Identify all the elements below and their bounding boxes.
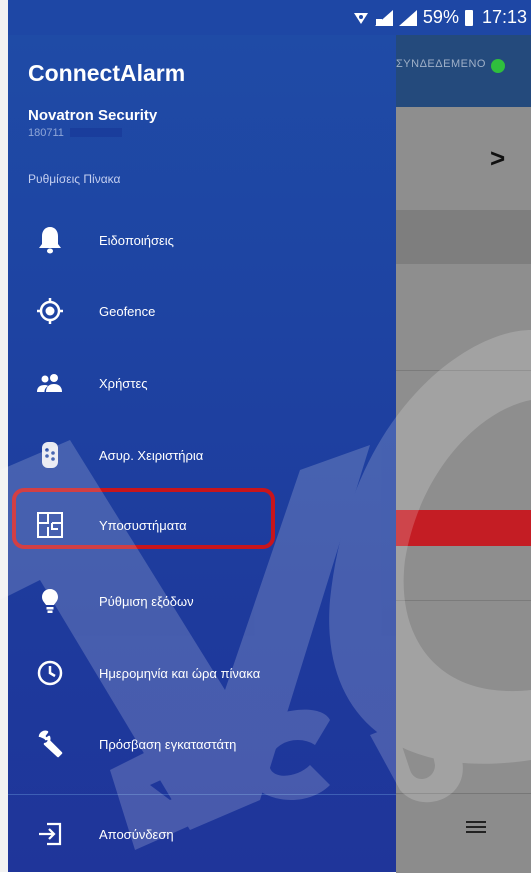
menu-item-outputs[interactable]: Ρύθμιση εξόδων (8, 576, 396, 626)
serial-redaction (70, 128, 122, 137)
connection-indicator (491, 59, 505, 73)
menu-item-remotes[interactable]: Ασυρ. Χειριστήρια (8, 430, 396, 480)
menu-item-users[interactable]: Χρήστες (8, 358, 396, 408)
selection-highlight-box (12, 488, 275, 549)
status-bar: 59% 17:13 (8, 0, 531, 35)
bell-icon (36, 226, 64, 254)
photo-edge (0, 0, 8, 872)
battery-percent: 59% (422, 7, 459, 27)
lightbulb-icon (36, 587, 64, 615)
app-title: ConnectAlarm (28, 60, 186, 86)
menu-item-label: Ρύθμιση εξόδων (99, 593, 194, 609)
logout-icon (36, 820, 64, 848)
menu-item-label: Ασυρ. Χειριστήρια (99, 447, 204, 463)
navigation-drawer: ConnectAlarm Novatron Security 180711 Ρυ… (8, 35, 396, 872)
company-name: Novatron Security (28, 107, 158, 124)
section-band (396, 210, 531, 264)
panel-serial: 180711 (28, 127, 64, 139)
section-label: Ρυθμίσεις Πίνακα (28, 172, 121, 186)
row-divider (396, 370, 531, 371)
menu-item-label: Χρήστες (99, 375, 148, 391)
clock-icon (36, 659, 64, 687)
row-divider (396, 600, 531, 601)
drawer-divider (8, 794, 396, 795)
menu-item-label: Πρόσβαση εγκαταστάτη (99, 736, 237, 752)
bottom-bar (396, 793, 531, 873)
users-icon (36, 369, 64, 397)
app-background (396, 35, 531, 872)
remote-control-icon (36, 441, 64, 469)
menu-item-label: Αποσύνδεση (99, 826, 174, 842)
menu-item-label: Ημερομηνία και ώρα πίνακα (99, 665, 261, 681)
vpn-key-icon (353, 11, 369, 25)
connection-status: ΣΥΝΔΕΔΕΜΕΝΟ (396, 58, 486, 70)
menu-item-logout[interactable]: Αποσύνδεση (8, 809, 396, 859)
signal-icon-2 (398, 9, 417, 26)
menu-item-label: Ειδοποιήσεις (99, 232, 174, 248)
menu-item-notifications[interactable]: Ειδοποιήσεις (8, 215, 396, 265)
menu-item-label: Geofence (99, 303, 156, 319)
list-icon[interactable] (466, 818, 486, 836)
menu-item-geofence[interactable]: Geofence (8, 286, 396, 336)
target-icon (36, 297, 64, 325)
wrench-icon (36, 730, 64, 758)
menu-item-installer[interactable]: Πρόσβαση εγκαταστάτη (8, 719, 396, 769)
menu-item-datetime[interactable]: Ημερομηνία και ώρα πίνακα (8, 648, 396, 698)
battery-icon (464, 9, 476, 26)
chevron-right-icon[interactable]: > (490, 143, 505, 174)
clock-time: 17:13 (481, 7, 527, 27)
app-header (396, 35, 531, 107)
signal-icon (374, 9, 393, 26)
